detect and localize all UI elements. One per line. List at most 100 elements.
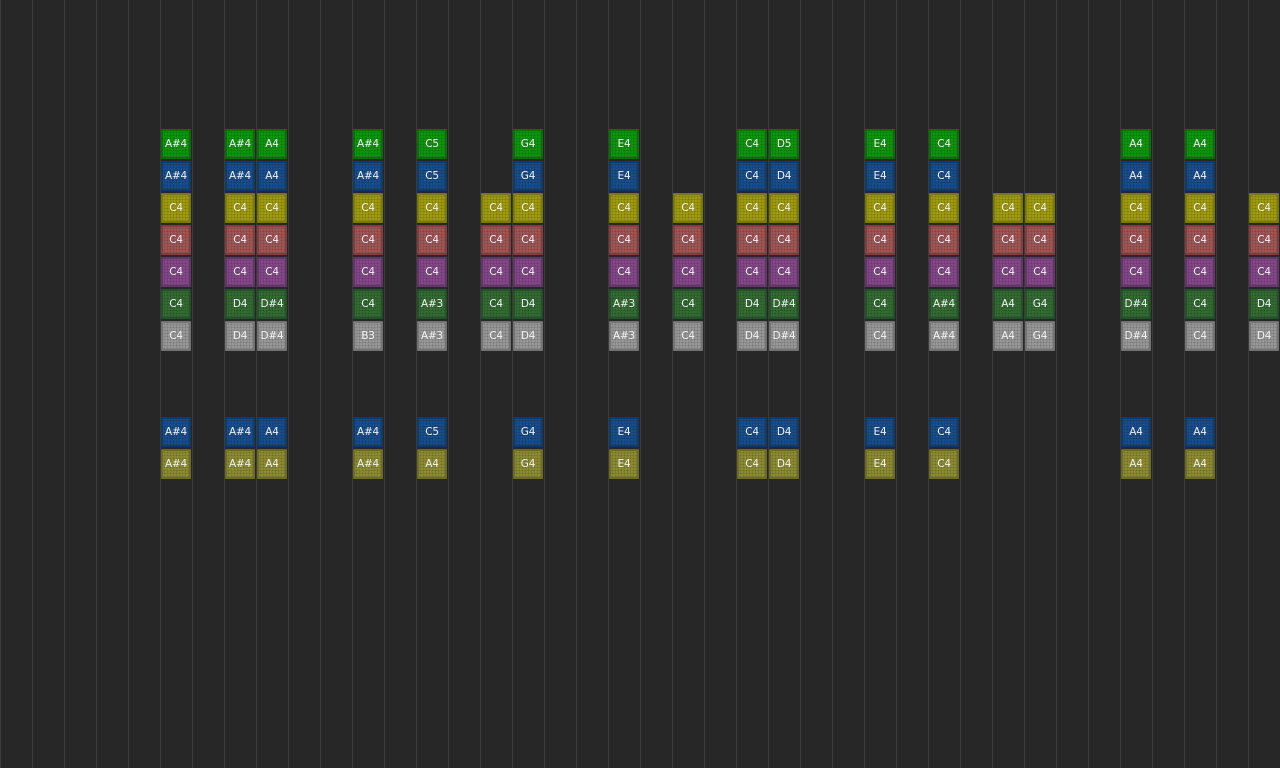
- note-cell-green[interactable]: E4: [609, 129, 639, 159]
- note-cell-darkgreen[interactable]: D4: [513, 289, 543, 319]
- note-cell-blue[interactable]: E4: [609, 161, 639, 191]
- note-cell-green[interactable]: A#4: [353, 129, 383, 159]
- note-cell-olive[interactable]: G4: [513, 449, 543, 479]
- note-cell-purple[interactable]: C4: [1025, 257, 1055, 287]
- note-cell-red[interactable]: C4: [225, 225, 255, 255]
- note-cell-yellow[interactable]: C4: [257, 193, 287, 223]
- note-cell-gray[interactable]: D4: [737, 321, 767, 351]
- note-cell-purple[interactable]: C4: [257, 257, 287, 287]
- note-cell-blue[interactable]: A#4: [161, 161, 191, 191]
- note-cell-red[interactable]: C4: [769, 225, 799, 255]
- note-cell-purple[interactable]: C4: [481, 257, 511, 287]
- note-cell-yellow[interactable]: C4: [353, 193, 383, 223]
- sequencer-grid[interactable]: A#4 A#4 C4 C4 C4 C4 C4 A#4 A#4 A#4 A#4 C4 C4 C4 D4 D4 A#…: [0, 0, 1280, 768]
- note-cell-blue[interactable]: A#4: [353, 161, 383, 191]
- note-cell-blue[interactable]: A4: [257, 161, 287, 191]
- note-cell-gray[interactable]: A4: [993, 321, 1023, 351]
- note-cell-darkgreen[interactable]: D4: [1249, 289, 1279, 319]
- note-cell-purple[interactable]: C4: [225, 257, 255, 287]
- note-cell-darkgreen[interactable]: A#3: [417, 289, 447, 319]
- note-cell-darkgreen[interactable]: C4: [353, 289, 383, 319]
- note-cell-red[interactable]: C4: [993, 225, 1023, 255]
- note-cell-green[interactable]: A4: [1121, 129, 1151, 159]
- note-cell-yellow[interactable]: C4: [513, 193, 543, 223]
- note-cell-darkgreen[interactable]: D4: [737, 289, 767, 319]
- note-cell-olive[interactable]: E4: [609, 449, 639, 479]
- note-cell-red[interactable]: C4: [513, 225, 543, 255]
- note-cell-blue[interactable]: C4: [737, 161, 767, 191]
- note-cell-gray[interactable]: A#3: [417, 321, 447, 351]
- note-cell-blue2[interactable]: A#4: [161, 417, 191, 447]
- note-cell-yellow[interactable]: C4: [1185, 193, 1215, 223]
- note-cell-purple[interactable]: C4: [1185, 257, 1215, 287]
- note-cell-green[interactable]: A4: [1185, 129, 1215, 159]
- note-cell-gray[interactable]: C4: [481, 321, 511, 351]
- note-cell-yellow[interactable]: C4: [161, 193, 191, 223]
- note-cell-yellow[interactable]: C4: [993, 193, 1023, 223]
- note-cell-red[interactable]: C4: [481, 225, 511, 255]
- note-cell-darkgreen[interactable]: A#3: [609, 289, 639, 319]
- note-cell-gray[interactable]: C4: [865, 321, 895, 351]
- note-cell-darkgreen[interactable]: D#4: [1121, 289, 1151, 319]
- note-cell-gray[interactable]: D4: [225, 321, 255, 351]
- note-cell-gray[interactable]: G4: [1025, 321, 1055, 351]
- note-cell-yellow[interactable]: C4: [769, 193, 799, 223]
- note-cell-blue[interactable]: E4: [865, 161, 895, 191]
- note-cell-green[interactable]: A#4: [161, 129, 191, 159]
- note-cell-yellow[interactable]: C4: [1249, 193, 1279, 223]
- note-cell-green[interactable]: C5: [417, 129, 447, 159]
- note-cell-darkgreen[interactable]: C4: [161, 289, 191, 319]
- note-cell-purple[interactable]: C4: [673, 257, 703, 287]
- note-cell-olive[interactable]: A#4: [161, 449, 191, 479]
- note-cell-darkgreen[interactable]: A4: [993, 289, 1023, 319]
- note-cell-green[interactable]: D5: [769, 129, 799, 159]
- note-cell-blue[interactable]: A#4: [225, 161, 255, 191]
- note-cell-olive[interactable]: A4: [257, 449, 287, 479]
- note-cell-yellow[interactable]: C4: [1121, 193, 1151, 223]
- note-cell-olive[interactable]: C4: [929, 449, 959, 479]
- note-cell-gray[interactable]: D4: [1249, 321, 1279, 351]
- note-cell-darkgreen[interactable]: C4: [481, 289, 511, 319]
- note-cell-purple[interactable]: C4: [769, 257, 799, 287]
- note-cell-purple[interactable]: C4: [513, 257, 543, 287]
- note-cell-blue[interactable]: C4: [929, 161, 959, 191]
- note-cell-yellow[interactable]: C4: [609, 193, 639, 223]
- note-cell-olive[interactable]: A4: [1185, 449, 1215, 479]
- note-cell-red[interactable]: C4: [161, 225, 191, 255]
- note-cell-yellow[interactable]: C4: [929, 193, 959, 223]
- note-cell-darkgreen[interactable]: D4: [225, 289, 255, 319]
- note-cell-blue2[interactable]: C4: [929, 417, 959, 447]
- note-cell-blue[interactable]: G4: [513, 161, 543, 191]
- note-cell-blue2[interactable]: A4: [257, 417, 287, 447]
- note-cell-purple[interactable]: C4: [161, 257, 191, 287]
- note-cell-olive[interactable]: D4: [769, 449, 799, 479]
- note-cell-gray[interactable]: C4: [161, 321, 191, 351]
- note-cell-olive[interactable]: E4: [865, 449, 895, 479]
- note-cell-purple[interactable]: C4: [417, 257, 447, 287]
- note-cell-yellow[interactable]: C4: [1025, 193, 1055, 223]
- note-cell-purple[interactable]: C4: [609, 257, 639, 287]
- note-cell-darkgreen[interactable]: D#4: [257, 289, 287, 319]
- note-cell-yellow[interactable]: C4: [225, 193, 255, 223]
- note-cell-red[interactable]: C4: [1185, 225, 1215, 255]
- note-cell-gray[interactable]: D#4: [769, 321, 799, 351]
- note-cell-gray[interactable]: D#4: [257, 321, 287, 351]
- note-cell-yellow[interactable]: C4: [865, 193, 895, 223]
- note-cell-yellow[interactable]: C4: [481, 193, 511, 223]
- note-cell-blue2[interactable]: A4: [1185, 417, 1215, 447]
- note-cell-red[interactable]: C4: [417, 225, 447, 255]
- note-cell-red[interactable]: C4: [737, 225, 767, 255]
- note-cell-red[interactable]: C4: [353, 225, 383, 255]
- note-cell-green[interactable]: E4: [865, 129, 895, 159]
- note-cell-red[interactable]: C4: [1025, 225, 1055, 255]
- note-cell-gray[interactable]: D4: [513, 321, 543, 351]
- note-cell-olive[interactable]: A#4: [353, 449, 383, 479]
- note-cell-gray[interactable]: A#3: [609, 321, 639, 351]
- note-cell-blue2[interactable]: C4: [737, 417, 767, 447]
- note-cell-red[interactable]: C4: [609, 225, 639, 255]
- note-cell-blue2[interactable]: D4: [769, 417, 799, 447]
- note-cell-purple[interactable]: C4: [737, 257, 767, 287]
- note-cell-gray[interactable]: D#4: [1121, 321, 1151, 351]
- note-cell-purple[interactable]: C4: [353, 257, 383, 287]
- note-cell-gray[interactable]: B3: [353, 321, 383, 351]
